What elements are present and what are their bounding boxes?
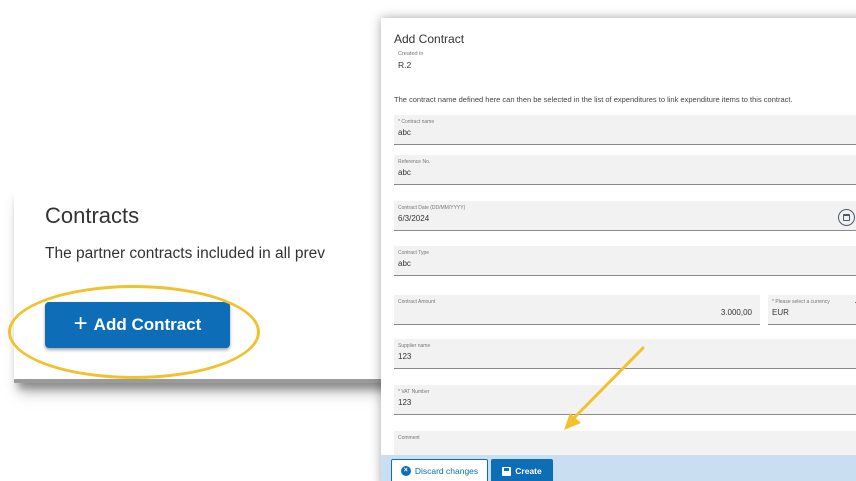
contracts-description: The partner contracts included in all pr… (45, 245, 326, 262)
contract-amount-value: 3.000,00 (720, 308, 752, 317)
save-icon (502, 466, 512, 476)
vat-number-field[interactable]: * VAT Number 123 (394, 385, 856, 415)
currency-select[interactable]: * Please select a currency EUR (768, 295, 856, 325)
screenshot-stage: Contracts The partner contracts included… (0, 0, 856, 481)
contract-name-value: abc (398, 128, 411, 137)
contract-name-label: * Contract name (398, 119, 435, 125)
reference-no-value: abc (398, 168, 411, 177)
add-contract-button[interactable]: + Add Contract (45, 302, 230, 348)
comment-field[interactable]: Comment (394, 431, 856, 455)
contract-amount-label: Contract Amount (398, 299, 436, 305)
dialog-info-text: The contract name defined here can then … (394, 95, 793, 104)
supplier-name-label: Supplier name (398, 343, 431, 349)
discard-changes-label: Discard changes (414, 466, 479, 476)
create-label: Create (515, 466, 542, 476)
contract-date-label: Contract Date (DD/MM/YYYY) (398, 205, 466, 211)
contract-type-value: abc (398, 259, 411, 268)
created-in-label: Created in (398, 51, 424, 57)
vat-number-value: 123 (398, 398, 412, 407)
contract-name-field[interactable]: * Contract name abc (394, 115, 856, 145)
dialog-title: Add Contract (394, 32, 465, 46)
discard-changes-button[interactable]: × Discard changes (391, 459, 488, 481)
created-in-value: R.2 (398, 60, 412, 70)
supplier-name-value: 123 (398, 352, 412, 361)
contract-date-value: 6/3/2024 (398, 214, 430, 223)
add-contract-dialog: Add Contract Created in R.2 The contract… (381, 18, 856, 481)
reference-no-label: Reference No. (398, 159, 431, 165)
contracts-card: Contracts The partner contracts included… (14, 183, 414, 383)
calendar-icon[interactable] (838, 209, 855, 226)
supplier-name-field[interactable]: Supplier name 123 (394, 339, 856, 369)
currency-label: * Please select a currency (772, 299, 830, 305)
vat-number-label: * VAT Number (398, 389, 430, 395)
add-contract-label: Add Contract (93, 315, 202, 334)
create-button[interactable]: Create (491, 459, 553, 481)
reference-no-field[interactable]: Reference No. abc (394, 155, 856, 185)
contract-amount-field[interactable]: Contract Amount 3.000,00 (394, 295, 760, 325)
contract-date-field[interactable]: Contract Date (DD/MM/YYYY) 6/3/2024 (394, 201, 856, 231)
dialog-footer: × Discard changes Create (381, 455, 856, 481)
contract-type-label: Contract Type (398, 250, 430, 256)
contracts-title: Contracts (45, 203, 140, 228)
contract-type-field[interactable]: Contract Type abc (394, 246, 856, 276)
currency-value: EUR (772, 308, 789, 317)
comment-label: Comment (398, 435, 420, 441)
x-circle-icon: × (400, 466, 411, 476)
plus-icon: + (73, 310, 88, 337)
